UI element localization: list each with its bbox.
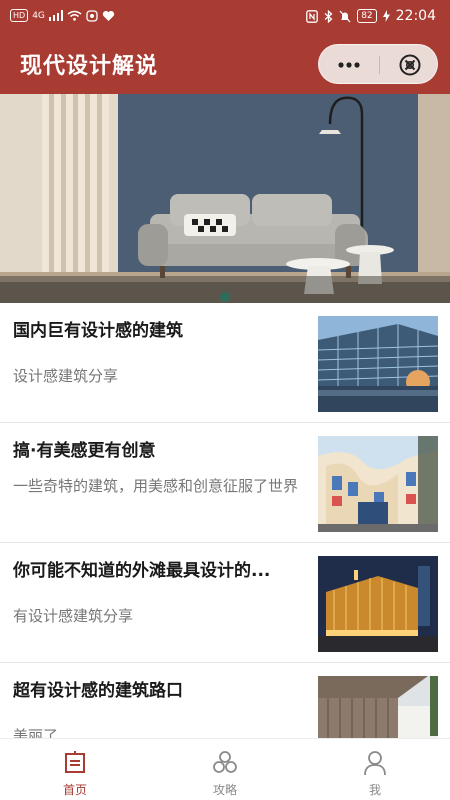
tab-guide[interactable]: 攻略 xyxy=(150,739,300,800)
more-button[interactable] xyxy=(319,45,379,85)
app-title: 现代设计解说 xyxy=(20,54,159,79)
heart-app-icon xyxy=(102,10,115,21)
banner-dot-active[interactable] xyxy=(220,292,230,302)
article-subtitle: 有设计感建筑分享 xyxy=(13,607,134,625)
network-badge: 4G xyxy=(32,10,45,21)
article-thumbnail xyxy=(318,436,438,532)
bottom-tab-bar: 首页 攻略 我 xyxy=(0,738,450,800)
article-item[interactable]: 搞·有美感更有创意 一些奇特的建筑，用美感和创意征服了世界 xyxy=(0,423,450,543)
article-title: 超有设计感的建筑路口 xyxy=(13,681,183,701)
article-item[interactable]: 国内巨有设计感的建筑 设计感建筑分享 xyxy=(0,303,450,423)
status-right-icons: 82 22:04 xyxy=(306,8,436,24)
article-item[interactable]: 你可能不知道的外滩最具设计的... 有设计感建筑分享 xyxy=(0,543,450,663)
battery-level: 82 xyxy=(357,9,377,23)
signal-icon xyxy=(48,10,63,21)
article-subtitle: 一些奇特的建筑，用美感和创意征服了世界 xyxy=(13,477,299,495)
mute-bell-icon xyxy=(339,10,351,22)
tab-label: 我 xyxy=(368,783,381,797)
mini-program-capsule xyxy=(318,44,438,84)
guide-icon xyxy=(213,751,237,773)
more-dots-icon xyxy=(338,62,360,68)
creative-building-image xyxy=(318,436,438,532)
article-title: 国内巨有设计感的建筑 xyxy=(13,321,183,341)
article-thumbnail xyxy=(318,316,438,412)
status-left-icons: HD 4G xyxy=(10,9,115,22)
living-room-image xyxy=(0,94,450,303)
glass-building-image xyxy=(318,316,438,412)
tab-label: 首页 xyxy=(62,783,87,797)
clock: 22:04 xyxy=(395,8,436,24)
status-bar: HD 4G 82 22:04 xyxy=(0,0,450,34)
wifi-icon xyxy=(67,10,82,21)
close-circle-icon xyxy=(399,54,420,76)
hd-badge: HD xyxy=(10,9,29,22)
tab-profile[interactable]: 我 xyxy=(300,739,450,800)
nfc-icon xyxy=(306,9,319,23)
charging-icon xyxy=(382,10,390,22)
app-notification-icon xyxy=(86,9,98,22)
app-header: 现代设计解说 xyxy=(0,34,450,94)
profile-icon xyxy=(364,751,386,776)
close-button[interactable] xyxy=(380,45,439,85)
tab-label: 攻略 xyxy=(212,783,237,797)
article-list: 国内巨有设计感的建筑 设计感建筑分享 搞·有美感更有创意 一些奇特的建筑，用美感… xyxy=(0,303,450,783)
article-title: 你可能不知道的外滩最具设计的... xyxy=(13,561,271,581)
night-building-image xyxy=(318,556,438,652)
article-title: 搞·有美感更有创意 xyxy=(13,441,156,461)
bluetooth-icon xyxy=(324,9,333,23)
article-subtitle: 设计感建筑分享 xyxy=(13,367,119,385)
home-icon xyxy=(65,751,85,773)
banner-pagination xyxy=(0,291,450,303)
tab-home[interactable]: 首页 xyxy=(0,739,150,800)
hero-banner[interactable] xyxy=(0,94,450,303)
article-thumbnail xyxy=(318,556,438,652)
